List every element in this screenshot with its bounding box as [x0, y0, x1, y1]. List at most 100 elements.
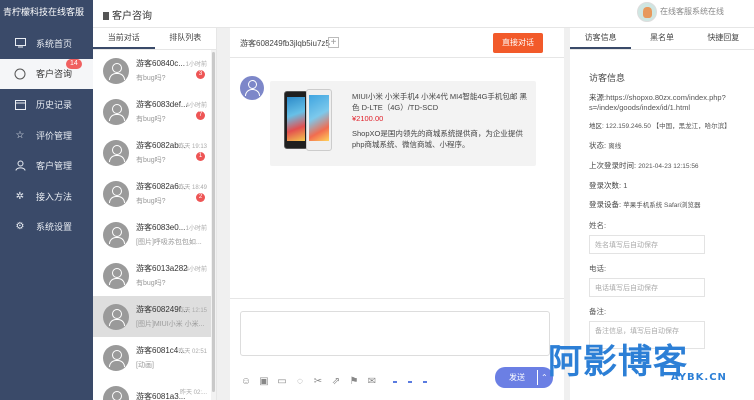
list-item[interactable]: 游客6081c4... [动画] 昨天 02:51 [93, 337, 216, 378]
name-field[interactable]: 姓名填写后自动保存 [589, 235, 705, 254]
chat-icon[interactable]: ◌ [294, 375, 306, 387]
last-message: [图片]MIUI小米 小米... [136, 321, 205, 328]
product-card[interactable]: MIUI小米 小米手机4 小米4代 MI4智能4G手机包邮 黑色 D-LTE（4… [270, 81, 536, 166]
region-row: 地区: 122.159.246.50 【中国，黑龙江，哈尔滨】 [589, 123, 731, 130]
device-value: 苹果手机系统 Safari浏览器 [623, 202, 701, 209]
agent-avatar[interactable] [637, 2, 657, 22]
avatar [103, 344, 129, 371]
scissors-icon[interactable]: ✂ [312, 375, 324, 387]
product-title: MIUI小米 小米手机4 小米4代 MI4智能4G手机包邮 黑色 D-LTE（4… [352, 92, 528, 112]
unread-count: 7 [196, 111, 205, 120]
message-time: 昨天 19:13 [178, 144, 207, 150]
list-item[interactable]: 游客6083e0... [图片]呼吸苏包包如... 1小时前 [93, 214, 216, 255]
brand-title: 青柠檬科技在线客服 [0, 0, 93, 28]
list-item[interactable]: 游客608249f... [图片]MIUI小米 小米... 昨天 12:15 [93, 296, 216, 337]
message-area: MIUI小米 小米手机4 小米4代 MI4智能4G手机包邮 黑色 D-LTE（4… [230, 58, 564, 326]
online-status: 在线客服系统在线 [660, 7, 724, 16]
watermark-domain: AYBK.CN [671, 372, 727, 383]
last-login-row: 上次登录时间: 2021-04-23 12:15:56 [589, 161, 699, 170]
login-count-row: 登录次数: 1 [589, 181, 628, 190]
tab-current[interactable]: 当前对话 [93, 28, 155, 49]
avatar [103, 385, 129, 400]
page-title: 客户咨询 [103, 7, 152, 22]
sidebar-item-consult[interactable]: 客户咨询 14 [0, 58, 93, 90]
region-value: 122.159.246.50 【中国，黑龙江，哈尔滨】 [605, 123, 731, 130]
avatar [103, 221, 129, 248]
cart-icon[interactable]: ⚑ [348, 375, 360, 387]
add-icon[interactable]: + [328, 37, 339, 48]
avatar [103, 262, 129, 289]
source-value: https://shopxo.80zx.com/index.php?s=/ind… [589, 93, 726, 112]
last-message: [动画] [136, 362, 154, 369]
message-input[interactable] [240, 311, 550, 356]
avatar [103, 98, 129, 125]
list-item[interactable]: 游客6013a282 有bug吗? 4小时前 [93, 255, 216, 296]
list-item[interactable]: 游客6081a3... 昨天 02:... [93, 378, 216, 400]
message-time: 4小时前 [185, 103, 207, 109]
unread-count: 1 [196, 152, 205, 161]
tab-visitor-info[interactable]: 访客信息 [570, 28, 632, 49]
source-row: 来源:https://shopxo.80zx.com/index.php?s=/… [589, 93, 726, 112]
conversation-tabs: 当前对话 排队列表 [93, 28, 216, 50]
message-time: 4小时前 [185, 267, 207, 273]
watermark: 阿影博客 AYBK.CN [543, 334, 754, 400]
star-icon: ☆ [15, 129, 25, 141]
watermark-text: 阿影博客 [548, 342, 688, 382]
list-item[interactable]: 游客6082a6... 有bug吗? 昨天 18:49 2 [93, 173, 216, 214]
sidebar-item-customers[interactable]: 客户管理 [0, 150, 93, 181]
message-time: 昨天 02:51 [178, 349, 207, 355]
phone-label: 电话: [589, 264, 607, 273]
list-item[interactable]: 游客60840c... 有bug吗? 1小时前 3 [93, 50, 216, 91]
chat-title: 游客608249fb3jlqb5iu7z5 [240, 39, 330, 48]
share-icon[interactable]: ⇗ [330, 375, 342, 387]
avatar [103, 57, 129, 84]
tab-queue[interactable]: 排队列表 [155, 28, 217, 49]
login-count-value: 1 [623, 181, 628, 190]
top-bar: 青柠檬科技在线客服 客户咨询 在线客服系统在线 [0, 0, 754, 28]
sidebar-item-settings[interactable]: ⚙ 系统设置 [0, 212, 93, 243]
message-time: 昨天 18:49 [178, 185, 207, 191]
gift-icon[interactable]: ✉ [366, 375, 378, 387]
info-tabs: 访客信息 黑名单 快捷回复 [570, 28, 754, 50]
chat-bubble-icon [14, 68, 26, 80]
last-login-value: 2021-04-23 12:15:56 [638, 163, 699, 170]
emoji-icon[interactable]: ☺ [240, 375, 252, 387]
list-item[interactable]: 游客6082ab... 有bug吗? 昨天 19:13 1 [93, 132, 216, 173]
status-row: 状态: 离线 [589, 141, 622, 150]
direct-chat-button[interactable]: 直接对话 [493, 33, 543, 53]
gear-icon: ⚙ [15, 221, 25, 233]
monitor-icon [14, 37, 26, 49]
image-icon[interactable]: ▣ [258, 375, 270, 387]
list-item[interactable]: 游客6083def... 有bug吗? 4小时前 7 [93, 91, 216, 132]
conversation-list: 当前对话 排队列表 游客60840c... 有bug吗? 1小时前 3 游客608… [93, 28, 217, 400]
unread-badge: 14 [66, 58, 82, 69]
tab-blacklist[interactable]: 黑名单 [631, 28, 692, 49]
device-row: 登录设备: 苹果手机系统 Safari浏览器 [589, 200, 701, 209]
bookmark-icon [103, 12, 109, 20]
phone-field[interactable]: 电话填写后自动保存 [589, 278, 705, 297]
avatar [103, 139, 129, 166]
last-message: 有bug吗? [136, 280, 166, 287]
sidebar-item-rating[interactable]: ☆ 评价管理 [0, 120, 93, 151]
product-image [284, 89, 342, 159]
folder-icon[interactable]: ▭ [276, 375, 288, 387]
customer-avatar [240, 76, 264, 100]
sidebar-item-home[interactable]: 系统首页 [0, 28, 93, 59]
message-time: 1小时前 [185, 62, 207, 68]
name-label: 姓名: [589, 221, 607, 230]
scrollbar-thumb[interactable] [212, 52, 215, 392]
avatar [103, 303, 129, 330]
info-title: 访客信息 [589, 73, 626, 83]
sidebar-item-access[interactable]: ✲ 接入方法 [0, 181, 93, 212]
status-value: 离线 [608, 143, 622, 150]
sidebar: 系统首页 客户咨询 14 历史记录 ☆ 评价管理 客户管理 ✲ 接入方法 ⚙ 系… [0, 28, 93, 400]
message-time: 1小时前 [185, 226, 207, 232]
settings-gear-icon: ✲ [15, 190, 25, 202]
last-message: [图片]呼吸苏包包如... [136, 239, 202, 246]
message-time: 昨天 12:15 [178, 308, 207, 314]
chat-header: 游客608249fb3jlqb5iu7z5 + 直接对话 [230, 28, 564, 58]
avatar [103, 180, 129, 207]
tab-quick-reply[interactable]: 快捷回复 [693, 28, 754, 49]
sidebar-item-history[interactable]: 历史记录 [0, 89, 93, 120]
note-label: 备注: [589, 307, 607, 316]
